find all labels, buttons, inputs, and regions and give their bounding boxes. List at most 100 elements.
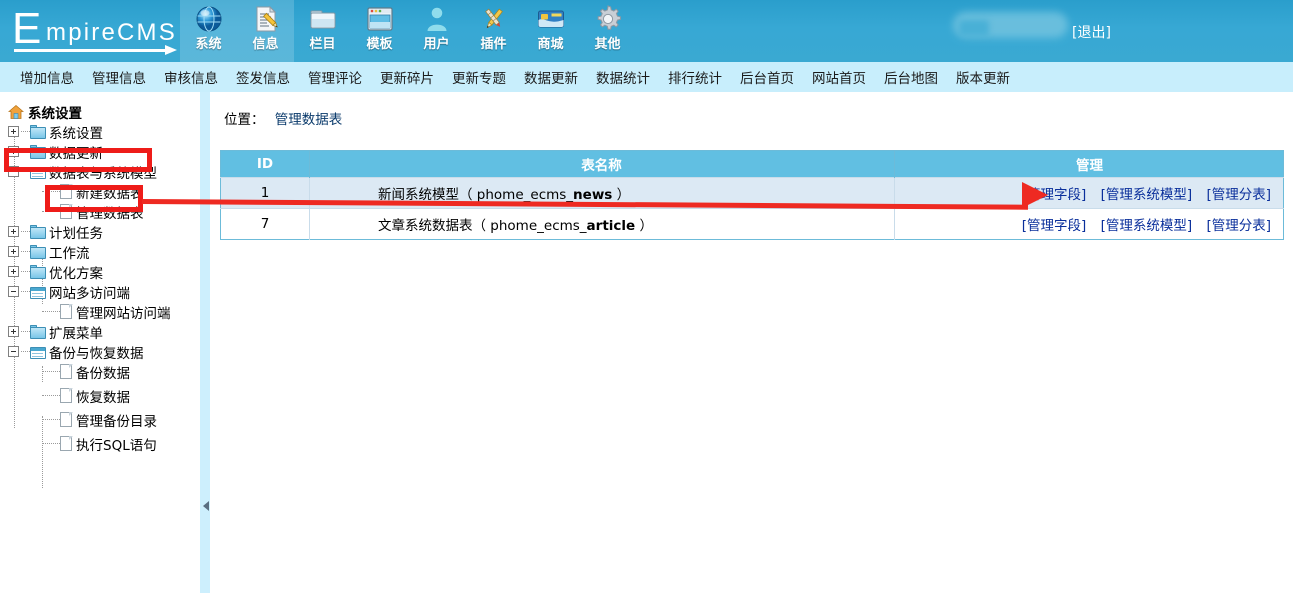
- nav-item-user[interactable]: 用户: [408, 0, 465, 62]
- nav-item-other[interactable]: 其他: [579, 0, 636, 62]
- nav-label: 其他: [594, 37, 621, 52]
- expand-plus-icon[interactable]: [8, 246, 19, 257]
- tree-connector: [21, 251, 30, 252]
- file-icon: [60, 364, 73, 379]
- nav-label: 用户: [423, 37, 450, 52]
- tree-connector: [42, 191, 60, 192]
- subnav-item-add-info[interactable]: 增加信息: [20, 67, 74, 87]
- folder-icon: [308, 4, 338, 34]
- subnav-item-publish-info[interactable]: 签发信息: [236, 67, 290, 87]
- subnav-item-data-update[interactable]: 数据更新: [524, 67, 578, 87]
- collapse-minus-icon[interactable]: [8, 346, 19, 357]
- expand-plus-icon[interactable]: [8, 226, 19, 237]
- sidebar-item-backup-data[interactable]: 备份数据: [42, 362, 130, 382]
- folder-icon: [30, 124, 46, 139]
- table-name-text: 新闻系统模型: [378, 187, 459, 203]
- app-logo[interactable]: E mpireCMS: [8, 6, 178, 56]
- window-icon: [30, 285, 46, 299]
- table-code-bold: article: [586, 218, 636, 234]
- subnav-item-update-fragment[interactable]: 更新碎片: [380, 67, 434, 87]
- breadcrumb: 位置： 管理数据表: [224, 108, 342, 128]
- subnav-item-rank-stats[interactable]: 排行统计: [668, 67, 722, 87]
- gear-icon: [593, 4, 623, 34]
- document-pencil-icon: [251, 4, 281, 34]
- expand-plus-icon[interactable]: [8, 326, 19, 337]
- sidebar-root-label: 系统设置: [28, 106, 82, 122]
- sidebar-item-restore-data[interactable]: 恢复数据: [42, 386, 130, 406]
- nav-item-information[interactable]: 信息: [237, 0, 294, 62]
- table-code-bold: news: [573, 187, 613, 203]
- column-header-table-name: 表名称: [309, 150, 895, 178]
- sidebar-item-data-update[interactable]: 数据更新: [8, 142, 103, 162]
- subnav-item-version-update[interactable]: 版本更新: [956, 67, 1010, 87]
- tree-connector: [21, 231, 30, 232]
- manage-subtable-link[interactable]: [管理分表]: [1206, 187, 1271, 203]
- collapse-minus-icon[interactable]: [8, 166, 19, 177]
- table-header-row: ID 表名称 管理: [220, 150, 1284, 178]
- sidebar-item-backup-restore[interactable]: 备份与恢复数据: [8, 342, 144, 362]
- sub-nav: 增加信息 管理信息 审核信息 签发信息 管理评论 更新碎片 更新专题 数据更新 …: [0, 62, 1293, 92]
- sidebar-item-new-datatable[interactable]: 新建数据表: [42, 182, 144, 202]
- folder-icon: [30, 324, 46, 339]
- sidebar-item-label: 新建数据表: [76, 185, 144, 202]
- nav-label: 系统: [195, 37, 222, 52]
- main-nav: 系统 信息 栏目 模板 用户 插件 商城 其他: [180, 0, 636, 62]
- expand-plus-icon[interactable]: [8, 126, 19, 137]
- sidebar-item-system-settings[interactable]: 系统设置: [8, 122, 103, 142]
- subnav-item-data-stats[interactable]: 数据统计: [596, 67, 650, 87]
- expand-plus-icon[interactable]: [8, 266, 19, 277]
- sidebar-item-label: 恢复数据: [76, 389, 130, 406]
- sidebar-item-label: 计划任务: [49, 225, 103, 242]
- home-icon: [7, 104, 25, 120]
- file-icon: [60, 436, 73, 451]
- manage-subtable-link[interactable]: [管理分表]: [1206, 218, 1271, 234]
- sidebar-item-manage-backup-dir[interactable]: 管理备份目录: [42, 410, 157, 430]
- cell-manage-actions: [管理字段] [管理系统模型] [管理分表]: [894, 208, 1284, 240]
- cell-table-name: 文章系统数据表（ phome_ecms_article ）: [309, 208, 895, 240]
- sidebar-root[interactable]: 系统设置: [7, 102, 82, 122]
- table-row: 7 文章系统数据表（ phome_ecms_article ） [管理字段] […: [220, 208, 1284, 240]
- manage-system-model-link[interactable]: [管理系统模型]: [1101, 187, 1193, 203]
- nav-item-column[interactable]: 栏目: [294, 0, 351, 62]
- sidebar-item-manage-access-client[interactable]: 管理网站访问端: [42, 302, 171, 322]
- sidebar-item-execute-sql[interactable]: 执行SQL语句: [42, 434, 157, 454]
- subnav-item-manage-info[interactable]: 管理信息: [92, 67, 146, 87]
- sidebar-item-optimization[interactable]: 优化方案: [8, 262, 103, 282]
- tree-connector: [21, 291, 30, 292]
- tree-connector: [42, 311, 60, 312]
- tree-connector: [42, 443, 60, 444]
- nav-item-system[interactable]: 系统: [180, 0, 237, 62]
- collapse-minus-icon[interactable]: [8, 286, 19, 297]
- subnav-item-manage-comments[interactable]: 管理评论: [308, 67, 362, 87]
- tree-connector: [21, 131, 30, 132]
- sidebar-item-label: 管理网站访问端: [76, 305, 171, 322]
- nav-item-store[interactable]: 商城: [522, 0, 579, 62]
- sidebar-item-workflow[interactable]: 工作流: [8, 242, 90, 262]
- sidebar-item-label: 管理备份目录: [76, 413, 157, 430]
- sidebar-item-manage-datatable[interactable]: 管理数据表: [42, 202, 144, 222]
- subnav-item-admin-map[interactable]: 后台地图: [884, 67, 938, 87]
- subnav-item-audit-info[interactable]: 审核信息: [164, 67, 218, 87]
- nav-item-template[interactable]: 模板: [351, 0, 408, 62]
- expand-plus-icon[interactable]: [8, 146, 19, 157]
- subnav-item-admin-home[interactable]: 后台首页: [740, 67, 794, 87]
- subnav-item-update-topic[interactable]: 更新专题: [452, 67, 506, 87]
- folder-icon: [30, 264, 46, 279]
- cell-manage-actions: [管理字段] [管理系统模型] [管理分表]: [894, 177, 1284, 209]
- sidebar-collapse-toggle[interactable]: [201, 498, 210, 514]
- manage-fields-link[interactable]: [管理字段]: [1022, 187, 1087, 203]
- user-area: [退出]: [873, 0, 1293, 62]
- sidebar-item-datatable-and-model[interactable]: 数据表与系统模型: [8, 162, 157, 182]
- sidebar-item-label: 数据更新: [49, 145, 103, 162]
- subnav-item-site-home[interactable]: 网站首页: [812, 67, 866, 87]
- sidebar-item-scheduled-task[interactable]: 计划任务: [8, 222, 103, 242]
- nav-item-plugin[interactable]: 插件: [465, 0, 522, 62]
- manage-fields-link[interactable]: [管理字段]: [1022, 218, 1087, 234]
- manage-system-model-link[interactable]: [管理系统模型]: [1101, 218, 1193, 234]
- logout-link[interactable]: [退出]: [1072, 22, 1111, 42]
- file-icon: [60, 184, 73, 199]
- sidebar-item-multi-access-client[interactable]: 网站多访问端: [8, 282, 130, 302]
- sidebar-tree: 系统设置 系统设置 数据更新 数据表与系统模型 新建数据表 管理数据表 计划任务…: [0, 92, 200, 593]
- column-header-manage: 管理: [894, 150, 1284, 178]
- sidebar-item-extension-menu[interactable]: 扩展菜单: [8, 322, 103, 342]
